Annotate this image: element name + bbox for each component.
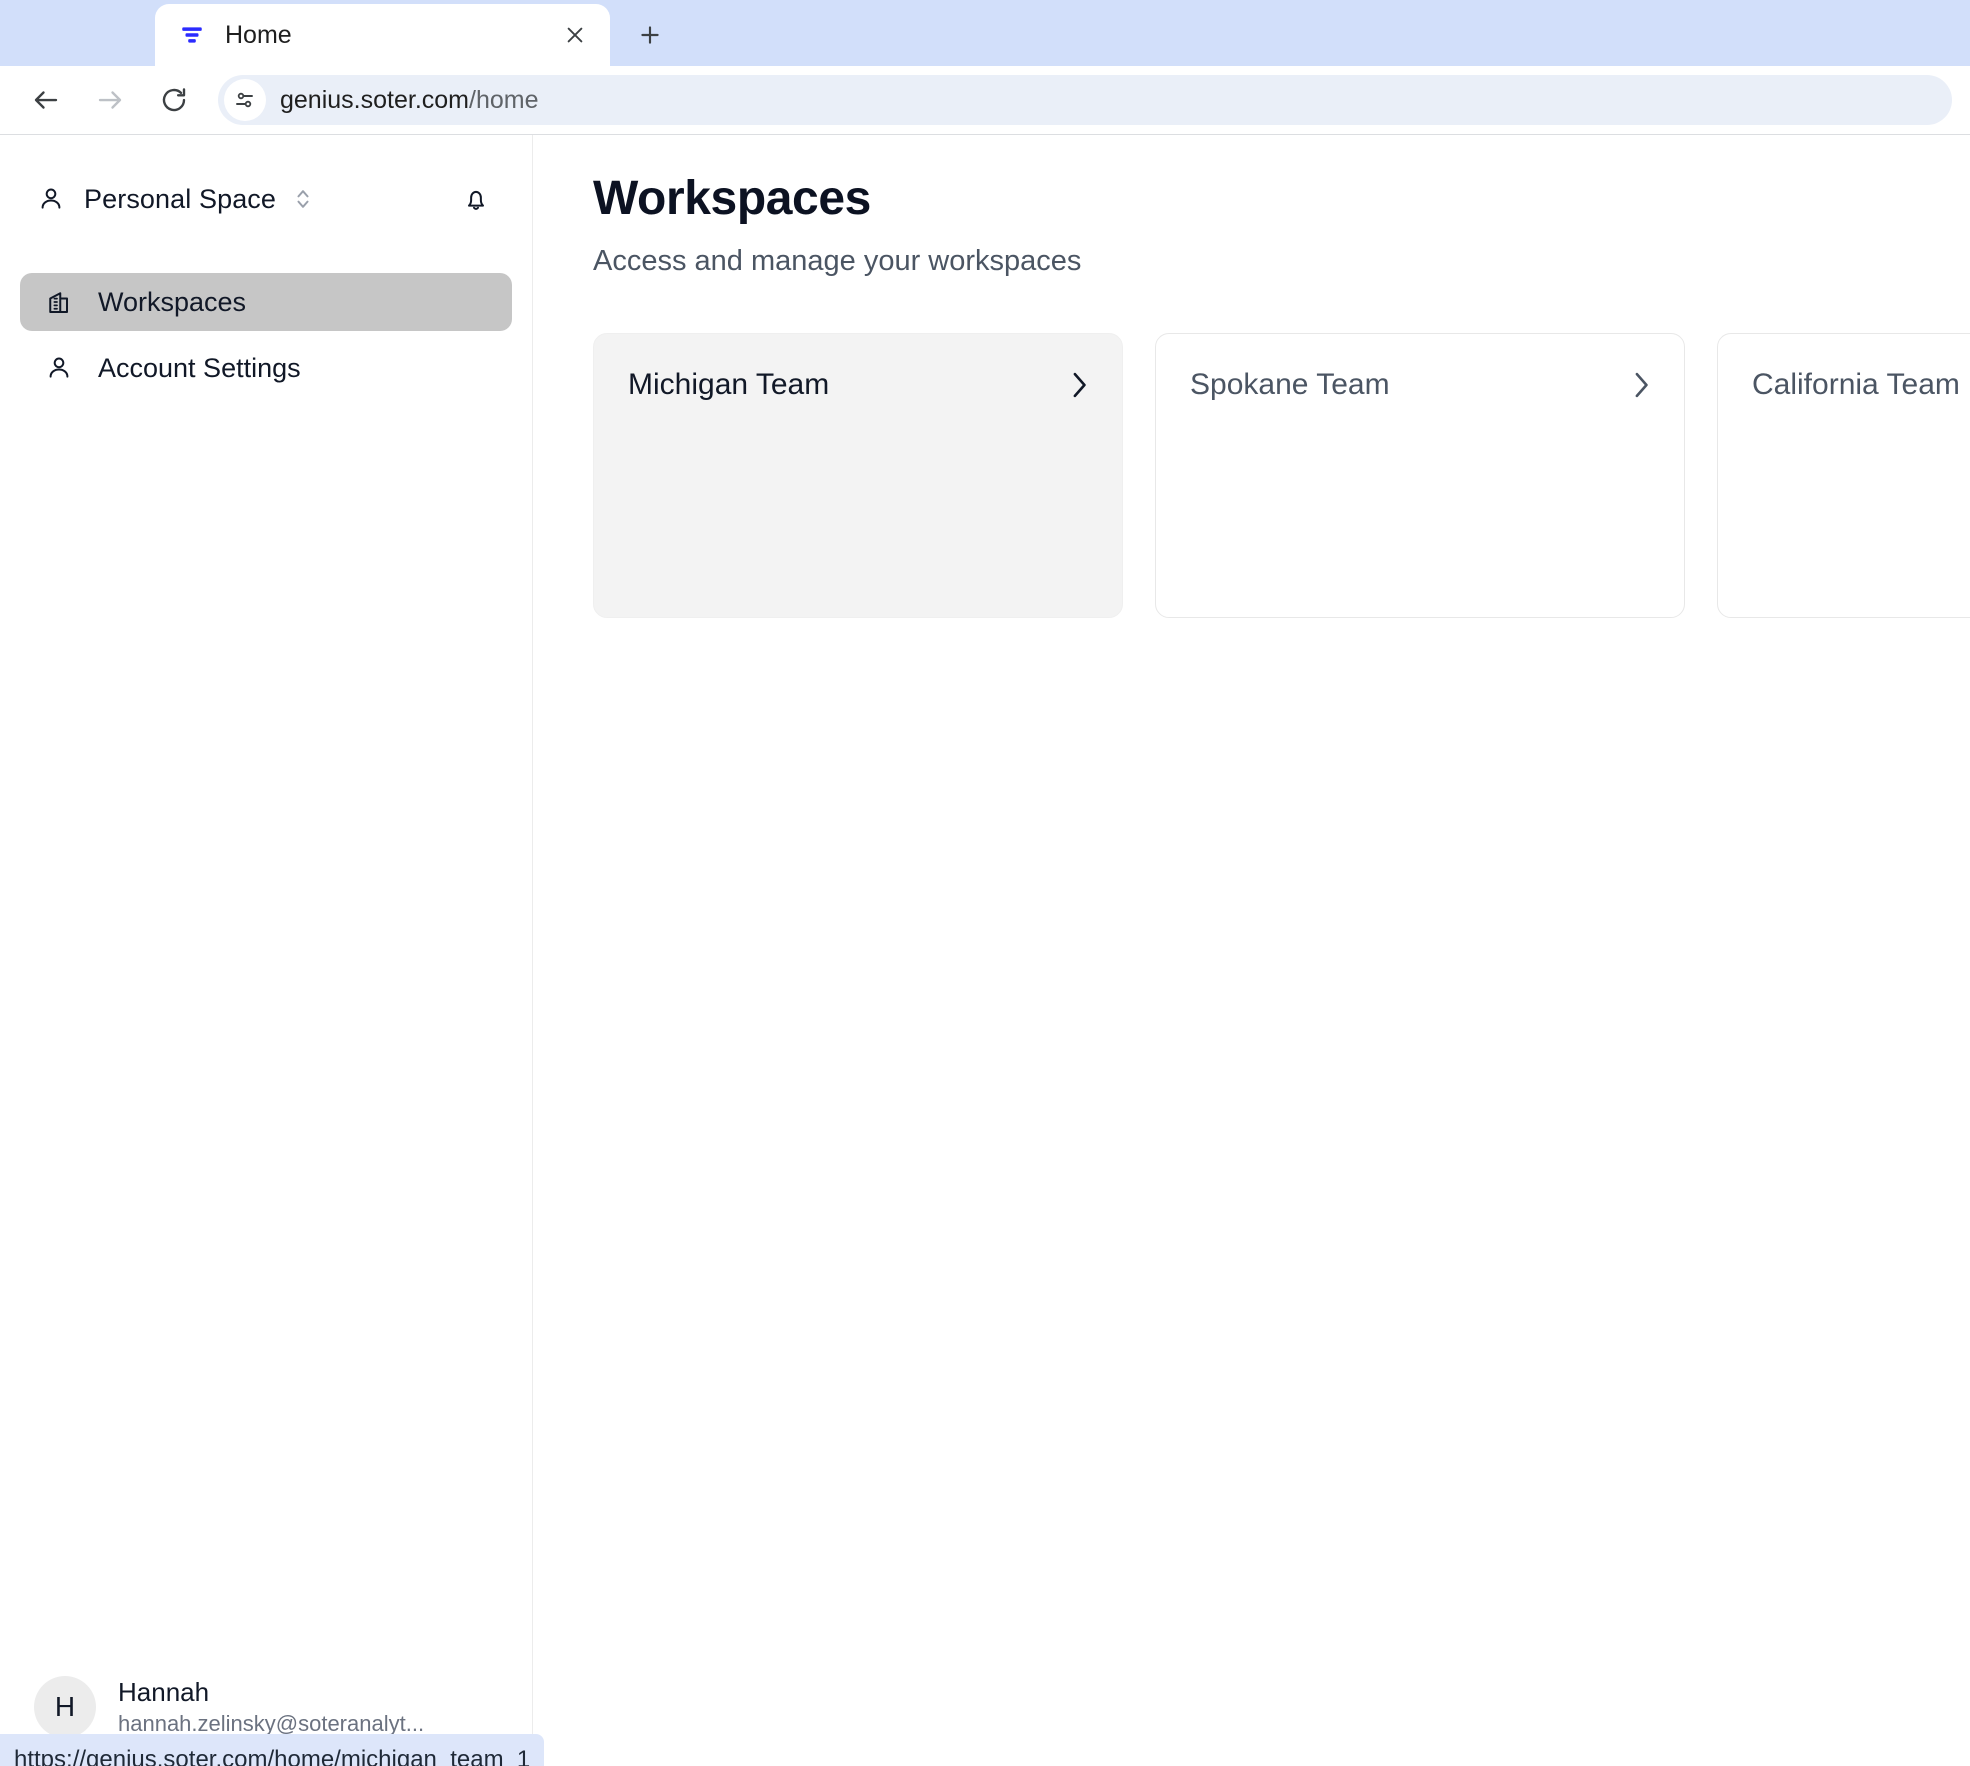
url-path: /home xyxy=(469,85,539,114)
workspace-card-title: Spokane Team xyxy=(1190,368,1390,401)
browser-toolbar: genius.soter.com/home xyxy=(0,66,1970,134)
funnel-icon xyxy=(177,20,207,50)
forward-arrow-icon xyxy=(98,91,122,109)
person-icon xyxy=(42,351,76,385)
space-header: Personal Space xyxy=(0,163,532,235)
close-icon[interactable] xyxy=(558,18,592,52)
sidebar: Personal Space Workspaces Account Settin… xyxy=(0,135,533,1766)
user-name: Hannah xyxy=(118,1677,210,1707)
address-bar[interactable]: genius.soter.com/home xyxy=(218,75,1952,125)
browser-window: Home genius.soter.com/home Personal Spac… xyxy=(0,0,1970,1766)
main-content: Workspaces Access and manage your worksp… xyxy=(533,135,1970,1766)
space-switcher[interactable]: Personal Space xyxy=(34,182,314,216)
workspace-card-title: Michigan Team xyxy=(628,368,830,401)
tab-title: Home xyxy=(225,20,292,49)
sidebar-item-workspaces[interactable]: Workspaces xyxy=(20,273,512,331)
workspace-card-michigan-team[interactable]: Michigan Team xyxy=(593,333,1123,618)
workspace-card-spokane-team[interactable]: Spokane Team xyxy=(1155,333,1685,618)
workspace-card-list: Michigan Team Spokane Team California Te… xyxy=(593,333,1970,618)
plus-icon xyxy=(641,26,659,44)
browser-tab-home[interactable]: Home xyxy=(155,4,610,66)
back-button[interactable] xyxy=(18,72,74,128)
tune-icon[interactable] xyxy=(224,79,266,121)
url-host: genius.soter.com xyxy=(280,85,469,114)
person-icon xyxy=(34,182,68,216)
sidebar-item-label: Workspaces xyxy=(98,286,247,317)
reload-button[interactable] xyxy=(146,72,202,128)
workspace-card-title: California Team xyxy=(1752,368,1960,401)
back-arrow-icon xyxy=(34,91,58,109)
status-bar-link-preview: https://genius.soter.com/home/michigan_t… xyxy=(0,1734,545,1766)
building-icon xyxy=(42,285,76,319)
forward-button[interactable] xyxy=(82,72,138,128)
bell-icon[interactable] xyxy=(454,177,498,221)
page-viewport: Personal Space Workspaces Account Settin… xyxy=(0,135,1970,1766)
chevron-right-icon xyxy=(1066,368,1092,402)
space-name: Personal Space xyxy=(84,183,277,214)
status-bar-url: https://genius.soter.com/home/michigan_t… xyxy=(14,1746,531,1766)
sidebar-item-account-settings[interactable]: Account Settings xyxy=(20,339,512,397)
chevron-up-down-icon[interactable] xyxy=(292,184,314,214)
sidebar-item-label: Account Settings xyxy=(98,352,301,383)
sidebar-nav: Workspaces Account Settings xyxy=(0,273,532,397)
avatar: H xyxy=(34,1676,96,1738)
tab-strip: Home xyxy=(0,0,1970,66)
new-tab-button[interactable] xyxy=(622,7,678,63)
page-title: Workspaces xyxy=(593,172,871,225)
reload-icon xyxy=(162,88,186,112)
chevron-right-icon xyxy=(1628,368,1654,402)
user-meta: Hannah hannah.zelinsky@soteranalyt... xyxy=(118,1677,424,1737)
page-subtitle: Access and manage your workspaces xyxy=(593,245,1082,277)
url-text: genius.soter.com/home xyxy=(280,86,538,115)
workspace-card-california-team[interactable]: California Team xyxy=(1717,333,1970,618)
